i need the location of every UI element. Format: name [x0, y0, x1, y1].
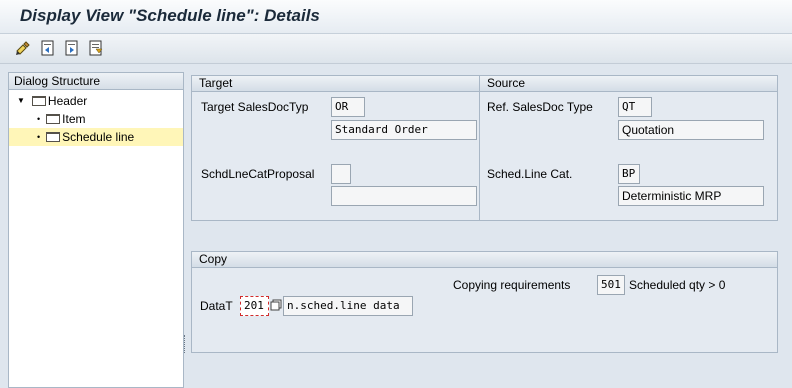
expand-arrow-icon[interactable]: ▼ — [17, 92, 25, 110]
sched-line-cat-description: Deterministic MRP — [618, 186, 764, 206]
application-toolbar — [0, 34, 792, 64]
sched-line-cat-field[interactable]: BP — [618, 164, 640, 184]
target-salesdoctyp-description: Standard Order — [331, 120, 477, 140]
value-help-button[interactable] — [270, 299, 282, 311]
previous-entry-button[interactable] — [39, 39, 57, 57]
ref-salesdoc-type-field[interactable]: QT — [618, 97, 652, 117]
display-change-icon — [16, 41, 30, 55]
tree-node-label: Header — [47, 94, 88, 108]
folder-icon — [46, 132, 61, 142]
bullet-icon: • — [37, 132, 41, 142]
folder-open-icon — [31, 96, 46, 106]
datat-description: n.sched.line data — [283, 296, 413, 316]
other-entry-icon — [89, 40, 103, 56]
ref-salesdoc-type-label: Ref. SalesDoc Type — [487, 100, 593, 114]
display-change-button[interactable] — [14, 39, 32, 57]
datat-label: DataT — [200, 299, 233, 313]
tree-node-header[interactable]: ▼ Header — [17, 92, 87, 110]
next-entry-button[interactable] — [63, 39, 81, 57]
schdlnecatproposal-field[interactable] — [331, 164, 351, 184]
copying-requirements-description: Scheduled qty > 0 — [629, 278, 726, 292]
tree-node-item[interactable]: • Item — [37, 110, 86, 128]
next-entry-icon — [65, 40, 78, 56]
schdlnecatproposal-description — [331, 186, 477, 206]
target-salesdoctyp-label: Target SalesDocTyp — [201, 100, 309, 114]
copy-group: Copy Copying requirements 501 Scheduled … — [191, 251, 778, 353]
dialog-structure-pane: Dialog Structure ▼ Header • Item • Sched… — [8, 72, 184, 388]
copying-requirements-label: Copying requirements — [453, 278, 571, 292]
group-divider — [479, 92, 480, 220]
schdlnecatproposal-label: SchdLneCatProposal — [201, 167, 315, 181]
window-title: Display View "Schedule line": Details — [20, 6, 320, 25]
datat-field[interactable]: 201 — [240, 296, 269, 316]
previous-entry-icon — [41, 40, 54, 56]
tree-node-schedule-line[interactable]: • Schedule line — [9, 128, 183, 146]
tree-node-label: Schedule line — [62, 130, 135, 144]
pane-splitter[interactable] — [184, 335, 187, 353]
dialog-structure-header: Dialog Structure — [9, 73, 183, 90]
copying-requirements-field[interactable]: 501 — [597, 275, 625, 295]
sched-line-cat-label: Sched.Line Cat. — [487, 167, 573, 181]
target-salesdoctyp-field[interactable]: OR — [331, 97, 365, 117]
other-entry-button[interactable] — [87, 39, 105, 57]
target-group-title: Target — [192, 76, 479, 92]
tree-node-label: Item — [62, 112, 86, 126]
folder-icon — [46, 114, 61, 124]
bullet-icon: • — [37, 114, 41, 124]
target-source-group: Target Source Target SalesDocTyp OR Stan… — [191, 75, 778, 221]
copy-group-title: Copy — [192, 252, 777, 268]
source-group-title: Source — [479, 76, 777, 92]
title-bar: Display View "Schedule line": Details — [0, 0, 792, 34]
ref-salesdoc-type-description: Quotation — [618, 120, 764, 140]
value-help-icon — [270, 299, 282, 311]
